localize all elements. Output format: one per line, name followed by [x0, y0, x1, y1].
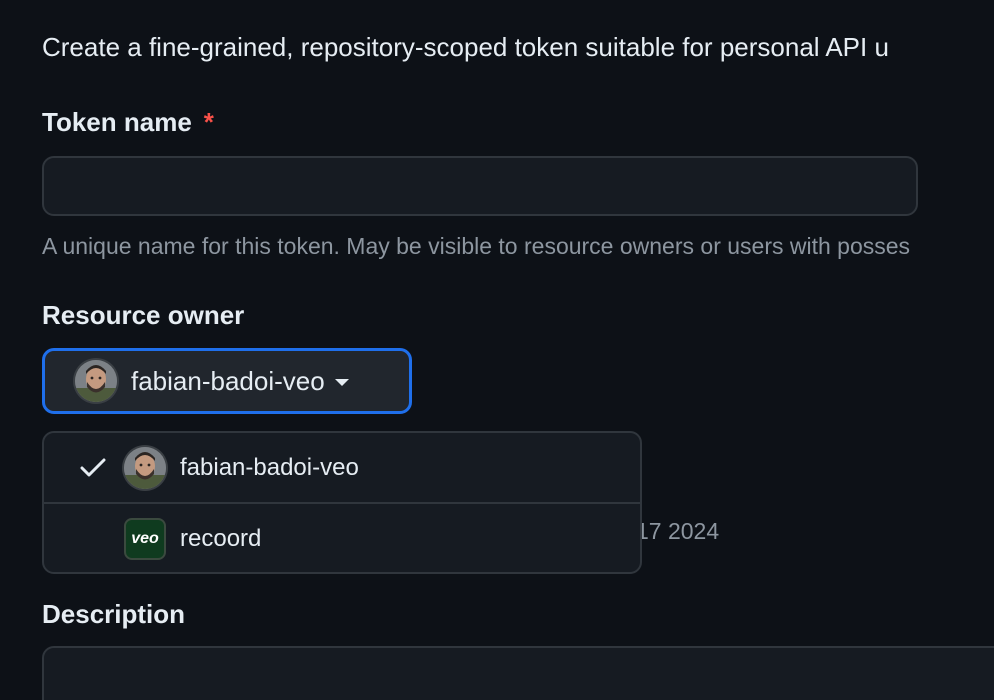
menu-item-fabian-badoi-veo[interactable]: fabian-badoi-veo: [44, 433, 640, 502]
resource-owner-dropdown-button[interactable]: fabian-badoi-veo: [42, 348, 412, 414]
token-name-hint: A unique name for this token. May be vis…: [42, 233, 911, 259]
menu-item-label: recoord: [180, 524, 262, 552]
menu-item-label: fabian-badoi-veo: [180, 453, 359, 481]
token-name-input[interactable]: [42, 156, 918, 216]
user-avatar-icon: [75, 360, 117, 402]
description-input[interactable]: [42, 646, 994, 700]
check-slot: [44, 457, 124, 479]
selected-owner-name: fabian-badoi-veo: [131, 365, 325, 396]
resource-owner-menu: fabian-badoi-veo veo recoord: [42, 431, 642, 574]
token-name-label: Token name *: [42, 107, 214, 138]
caret-down-icon: [334, 379, 349, 386]
expiration-date-obscured: 17 2024: [636, 518, 720, 544]
org-logo-icon: veo: [124, 517, 166, 560]
new-token-form: Create a fine-grained, repository-scoped…: [0, 0, 994, 700]
required-marker: *: [203, 107, 214, 137]
menu-item-recoord[interactable]: veo recoord: [44, 502, 640, 572]
resource-owner-label: Resource owner: [42, 300, 245, 330]
token-name-label-text: Token name: [42, 107, 192, 137]
description-label: Description: [42, 599, 186, 629]
user-avatar-icon: [124, 446, 166, 489]
check-icon: [80, 458, 106, 476]
intro-text: Create a fine-grained, repository-scoped…: [42, 32, 889, 62]
org-logo-text: veo: [131, 529, 159, 547]
